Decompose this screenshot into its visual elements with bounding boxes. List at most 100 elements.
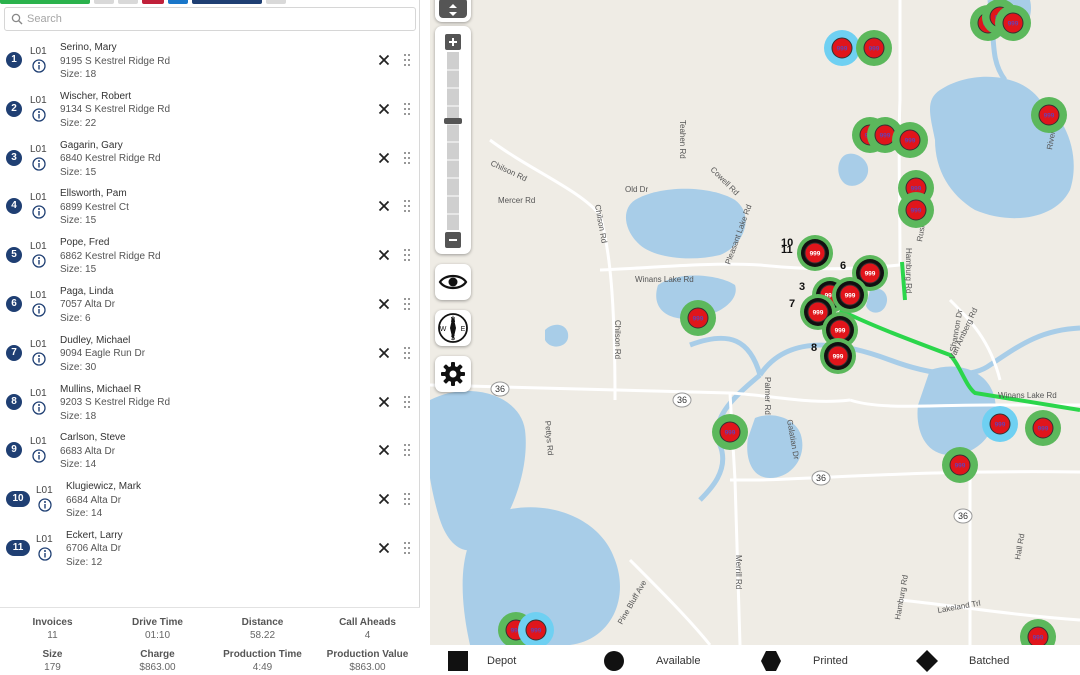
stop-marker[interactable]: 999 [942, 447, 978, 483]
info-icon[interactable] [32, 59, 46, 73]
summary-cell: Call Aheads 4 [315, 617, 420, 641]
route-code: L01 [30, 241, 47, 253]
close-icon[interactable] [377, 297, 391, 311]
marker-label: 999 [911, 208, 922, 215]
drag-handle-icon[interactable] [402, 151, 412, 165]
stop-marker[interactable]: 999 [824, 30, 860, 66]
stop-marker[interactable]: 999 [820, 338, 856, 374]
drag-handle-icon[interactable] [402, 492, 412, 506]
stop-number-badge: 10 [6, 491, 30, 508]
depot-square-icon [448, 651, 468, 671]
stop-row[interactable]: 10 L01 Klugiewicz, Mark 6684 Alta Dr Size: 1… [0, 474, 420, 523]
map-canvas[interactable]: 36 36 36 36 Chilson Rd Mercer Rd Old Dr … [430, 0, 1080, 645]
stop-row[interactable]: 7 L01 Dudley, Michael 9094 Eagle Run Dr Size… [0, 328, 420, 377]
stop-row[interactable]: 8 L01 Mullins, Michael R 9203 S Kestrel Rid… [0, 377, 420, 426]
stop-marker[interactable]: 999 [1025, 410, 1061, 446]
close-icon[interactable] [377, 102, 391, 116]
drag-handle-icon[interactable] [402, 248, 412, 262]
stop-details: Gagarin, Gary 6840 Kestrel Ridge Rd Size: … [60, 139, 161, 180]
summary-cell: Charge $863.00 [105, 649, 210, 673]
drag-handle-icon[interactable] [402, 541, 412, 555]
info-icon[interactable] [32, 254, 46, 268]
close-icon[interactable] [377, 395, 391, 409]
drag-handle-icon[interactable] [402, 53, 412, 67]
close-icon[interactable] [377, 248, 391, 262]
close-icon[interactable] [377, 53, 391, 67]
summary-cell: Size 179 [0, 649, 105, 673]
stop-marker[interactable]: 999 [832, 277, 868, 313]
info-icon[interactable] [38, 498, 52, 512]
stop-marker[interactable]: 999 [797, 235, 833, 271]
stop-marker[interactable]: 999 [995, 5, 1031, 41]
marker-label: 999 [911, 186, 922, 193]
info-icon[interactable] [32, 400, 46, 415]
info-icon[interactable] [32, 303, 46, 317]
zoom-slider[interactable] [435, 26, 471, 254]
stop-marker[interactable]: 999 [892, 122, 928, 158]
drag-handle-icon[interactable] [402, 346, 412, 360]
stop-size: Size: 18 [60, 410, 97, 422]
stop-marker[interactable]: 999 [982, 406, 1018, 442]
stop-marker[interactable]: 999 [680, 300, 716, 336]
stop-row[interactable]: 2 L01 Wischer, Robert 9134 S Kestrel Ridge … [0, 84, 420, 133]
info-icon[interactable] [32, 156, 46, 171]
stop-row[interactable]: 9 L01 Carlson, Steve 6683 Alta Dr Size: 14 [0, 425, 420, 474]
close-icon[interactable] [377, 492, 391, 506]
batched-diamond-icon [916, 650, 938, 672]
drag-handle-icon[interactable] [402, 102, 412, 116]
settings-button[interactable] [435, 356, 471, 392]
tab-navy[interactable] [192, 0, 262, 4]
pan-control[interactable] [435, 0, 471, 22]
stop-row[interactable]: 11 L01 Eckert, Larry 6706 Alta Dr Size: 12 [0, 523, 420, 572]
info-icon[interactable] [32, 205, 46, 220]
map-legend: Depot Available Printed Batched [430, 645, 1080, 675]
svg-text:N: N [450, 317, 455, 324]
zoom-handle [444, 118, 462, 124]
close-icon[interactable] [377, 199, 391, 213]
stop-marker[interactable]: 999 [898, 192, 934, 228]
drag-handle-icon[interactable] [402, 199, 412, 213]
summary-cell: Drive Time 01:10 [105, 617, 210, 641]
info-icon[interactable] [32, 108, 46, 122]
stop-number-badge: 6 [6, 295, 22, 312]
drag-handle-icon[interactable] [402, 443, 412, 457]
stop-marker[interactable]: 999 [712, 414, 748, 450]
drag-handle-icon[interactable] [402, 395, 412, 409]
stop-number-badge: 3 [6, 149, 22, 166]
info-icon[interactable] [38, 547, 52, 561]
road-label: Old Dr [625, 185, 648, 194]
stop-marker[interactable]: 999 [856, 30, 892, 66]
stop-size: Size: 14 [66, 508, 103, 520]
visibility-toggle-button[interactable] [435, 264, 471, 300]
summary-label: Production Value [326, 649, 409, 660]
close-icon[interactable] [377, 443, 391, 457]
close-icon[interactable] [377, 346, 391, 360]
stop-row[interactable]: 4 L01 Ellsworth, Pam 6899 Kestrel Ct Size: 1… [0, 181, 420, 230]
stop-row[interactable]: 5 L01 Pope, Fred 6862 Kestrel Ridge Rd Size:… [0, 230, 420, 279]
tab-active-green[interactable] [0, 0, 90, 4]
customer-name: Gagarin, Gary [60, 139, 123, 151]
tab-gray-2[interactable] [118, 0, 138, 4]
stop-number-badge: 2 [6, 100, 22, 117]
stop-row[interactable]: 1 L01 Serino, Mary 9195 S Kestrel Ridge Rd S… [0, 35, 420, 84]
marker-label: 999 [813, 310, 824, 317]
stop-row[interactable]: 3 L01 Gagarin, Gary 6840 Kestrel Ridge Rd Si… [0, 133, 420, 182]
stop-row[interactable]: 6 L01 Paga, Linda 7057 Alta Dr Size: 6 [0, 279, 420, 328]
stop-marker[interactable]: 999 [1031, 97, 1067, 133]
tab-gray-3[interactable] [266, 0, 286, 4]
tab-blue[interactable] [168, 0, 188, 4]
route-map[interactable]: 36 36 36 36 Chilson Rd Mercer Rd Old Dr … [430, 0, 1080, 645]
marker-label: 999 [995, 422, 1006, 429]
search-input[interactable] [27, 10, 407, 28]
route-code: L01 [30, 387, 47, 399]
tab-gray-1[interactable] [94, 0, 114, 4]
info-icon[interactable] [32, 449, 46, 464]
tab-red[interactable] [142, 0, 164, 4]
marker-label: 999 [865, 271, 876, 278]
search-box[interactable] [4, 7, 416, 31]
drag-handle-icon[interactable] [402, 297, 412, 311]
close-icon[interactable] [377, 541, 391, 555]
compass-button[interactable]: N S W E [435, 310, 471, 346]
close-icon[interactable] [377, 151, 391, 165]
info-icon[interactable] [32, 352, 46, 366]
